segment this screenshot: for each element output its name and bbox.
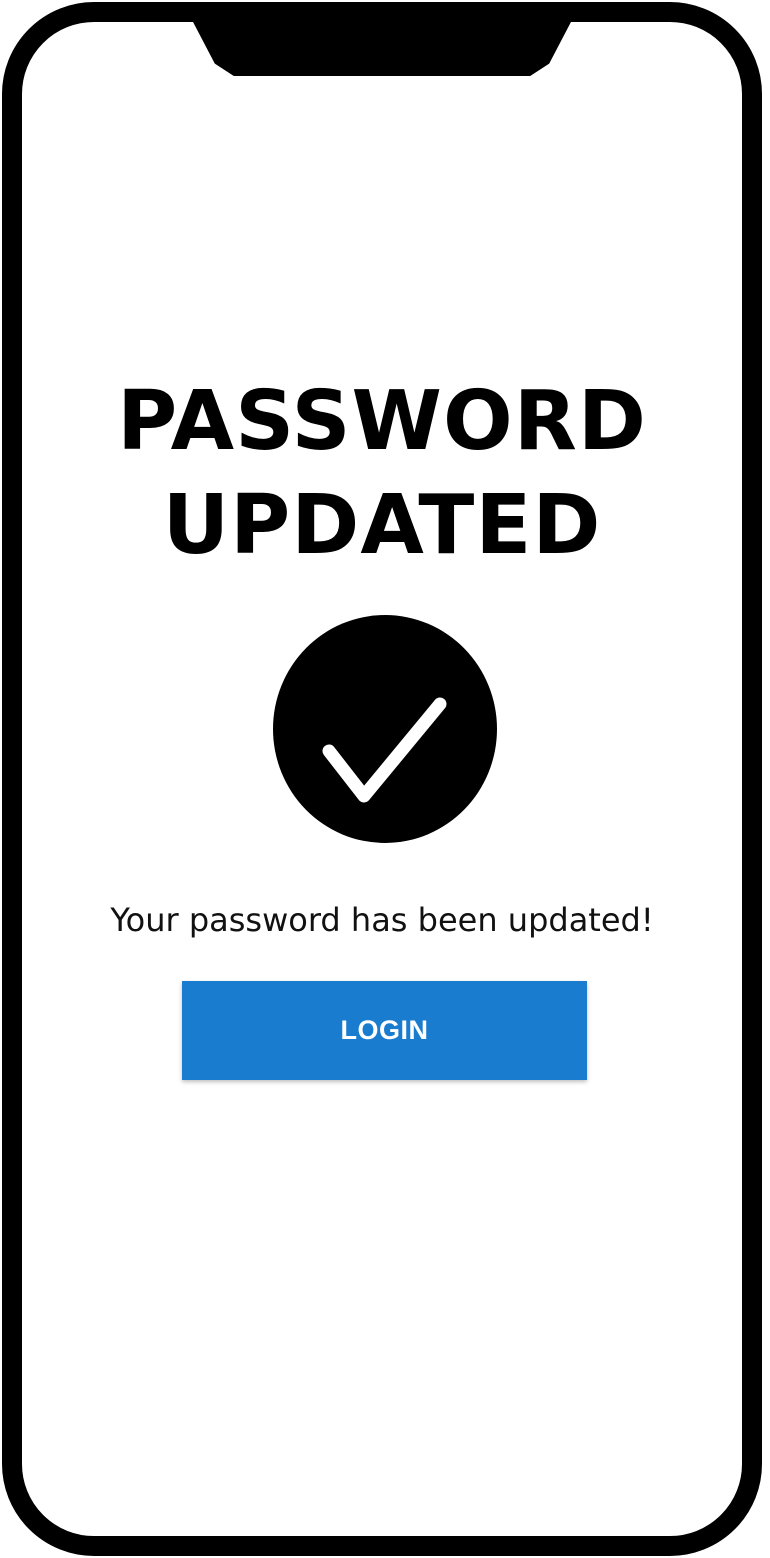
page-title-line-2: UPDATED	[162, 478, 602, 573]
login-button[interactable]: LOGIN	[182, 981, 587, 1080]
page-title-line-1: PASSWORD	[117, 374, 647, 469]
phone-notch	[192, 22, 572, 76]
success-message: Your password has been updated!	[110, 901, 654, 939]
checkmark-icon	[322, 697, 447, 803]
phone-frame: PASSWORD UPDATED Your password has been …	[2, 2, 762, 1556]
check-circle-icon	[273, 615, 497, 843]
page-title: PASSWORD UPDATED	[22, 370, 742, 578]
